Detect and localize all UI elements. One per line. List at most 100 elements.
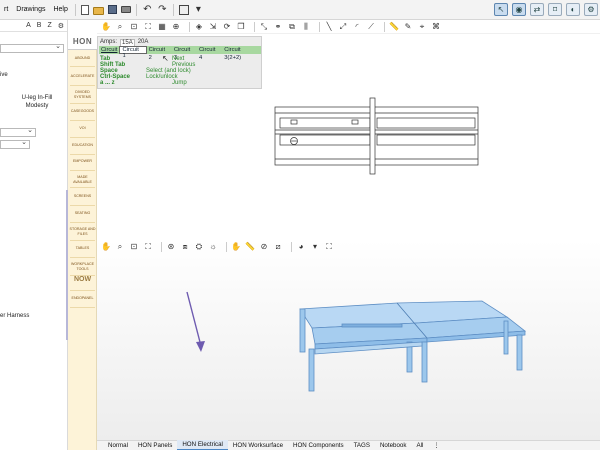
- paint-tool-icon[interactable]: ◐: [566, 3, 580, 16]
- table-leg[interactable]: [421, 341, 428, 383]
- zoom-icon[interactable]: ⌕: [115, 22, 125, 32]
- grid-icon[interactable]: ▦: [157, 22, 167, 32]
- power-module-right[interactable]: [376, 117, 476, 129]
- tab-tags[interactable]: TAGS: [349, 441, 375, 450]
- category-voi[interactable]: VOI: [68, 126, 97, 131]
- tab-normal[interactable]: Normal: [103, 441, 133, 450]
- zoom-fit-icon[interactable]: ⛶: [143, 242, 153, 252]
- settings-icon[interactable]: ⚙: [58, 22, 64, 30]
- filter-select[interactable]: [0, 42, 64, 53]
- sort-a-button[interactable]: A: [26, 22, 31, 29]
- menu-drawings[interactable]: Drawings: [12, 6, 49, 13]
- zoom-icon[interactable]: ⌕: [115, 242, 125, 252]
- snap-icon[interactable]: ⊕: [171, 22, 181, 32]
- connect-tool-icon[interactable]: ⇄: [530, 3, 544, 16]
- category-made-available[interactable]: MADE AVAILABLE: [68, 175, 97, 184]
- table-leg[interactable]: [308, 348, 315, 392]
- category-tables[interactable]: TABLES: [68, 246, 97, 251]
- hand-pan-icon[interactable]: ✋: [231, 242, 241, 252]
- center-post[interactable]: [369, 97, 376, 175]
- chevron-down-icon[interactable]: ▾: [193, 4, 204, 15]
- tab-hon-electrical[interactable]: HON Electrical: [177, 440, 228, 450]
- text-icon[interactable]: ✎: [403, 22, 413, 32]
- receptacle-icon[interactable]: [290, 119, 298, 125]
- open-folder-icon[interactable]: [92, 6, 104, 15]
- power-channel[interactable]: [341, 323, 403, 328]
- 3d-view[interactable]: ✋ ⌕ ⊡ ⛶ ⊛ ⧈ ⛭ ☼ ✋ 📏 ⊘ ⧄ ◕ ▾ ⛶: [97, 240, 600, 440]
- category-casegoods[interactable]: CASEGOODS: [68, 109, 97, 114]
- lighting-icon[interactable]: ☼: [208, 242, 218, 252]
- category-accelerate[interactable]: ACCELERATE: [68, 74, 97, 79]
- view-cube-icon[interactable]: ⧈: [180, 242, 190, 252]
- category-education[interactable]: EDUCATION: [68, 143, 97, 148]
- hand-pan-icon[interactable]: ✋: [101, 22, 111, 32]
- category-endopanel[interactable]: ENDOPANEL: [68, 296, 97, 301]
- desk-outline-left[interactable]: [274, 106, 479, 166]
- menu-help[interactable]: Help: [49, 6, 71, 13]
- table-leg[interactable]: [503, 320, 509, 355]
- hide-icon[interactable]: ⊘: [259, 242, 269, 252]
- zoom-window-icon[interactable]: ⊡: [129, 22, 139, 32]
- tab-hon-worksurface[interactable]: HON Worksurface: [228, 441, 288, 450]
- rotate-icon[interactable]: ⟳: [222, 22, 232, 32]
- draw-dimension-icon[interactable]: ⤢: [338, 22, 348, 32]
- option-select-2[interactable]: [0, 138, 30, 149]
- category-workplace-tools[interactable]: WORKPLACE TOOLS: [68, 262, 97, 271]
- category-empower[interactable]: EMPOWER: [68, 159, 97, 164]
- plan-view[interactable]: ✋ ⌕ ⊡ ⛶ ▦ ⊕ ◈ ⇲ ⟳ ❐ ⤡ ⚭ ⧉ ⫼ ╲ ⤢ ◜ ⟋ 📏 ✎ …: [97, 20, 600, 240]
- power-module-left-2[interactable]: [279, 134, 371, 146]
- tab-hon-panels[interactable]: HON Panels: [133, 441, 177, 450]
- settings-icon[interactable]: ⚙: [584, 3, 598, 16]
- redo-icon[interactable]: ↷: [157, 4, 168, 15]
- draw-line-icon[interactable]: ╲: [324, 22, 334, 32]
- group-icon[interactable]: ⧉: [287, 22, 297, 32]
- power-module-right-2[interactable]: [376, 134, 476, 146]
- category-divided-systems[interactable]: DIVIDED SYSTEMS: [68, 90, 97, 99]
- link-icon[interactable]: ⚭: [273, 22, 283, 32]
- zoom-window-icon[interactable]: ⊡: [129, 242, 139, 252]
- align-icon[interactable]: ⫼: [301, 22, 311, 32]
- tab-hon-components[interactable]: HON Components: [288, 441, 349, 450]
- menu-rt[interactable]: rt: [0, 6, 12, 13]
- 3d-model-render[interactable]: [97, 254, 600, 440]
- symbol-icon[interactable]: ⌖: [417, 22, 427, 32]
- save-icon[interactable]: [107, 5, 117, 14]
- category-abound[interactable]: ABOUND: [68, 56, 97, 61]
- receptacle-icon[interactable]: [351, 119, 359, 125]
- orbit-icon[interactable]: ⊛: [166, 242, 176, 252]
- zoom-fit-icon[interactable]: ⛶: [143, 22, 153, 32]
- copy-icon[interactable]: ❐: [236, 22, 246, 32]
- table-leg[interactable]: [516, 334, 523, 371]
- attach-icon[interactable]: ⌘: [431, 22, 441, 32]
- chevron-down-icon[interactable]: ▾: [310, 242, 320, 252]
- sort-b-button[interactable]: B: [37, 22, 42, 29]
- category-now[interactable]: NOW: [68, 276, 97, 282]
- select-icon[interactable]: ◈: [194, 22, 204, 32]
- power-module-left[interactable]: [279, 117, 371, 129]
- pointer-tool-icon[interactable]: ↖: [494, 3, 508, 16]
- tag-tool-icon[interactable]: ⌑: [548, 3, 562, 16]
- measure-icon[interactable]: 📏: [245, 242, 255, 252]
- visibility-icon[interactable]: ◉: [512, 3, 526, 16]
- undo-icon[interactable]: ↶: [142, 4, 153, 15]
- print-icon[interactable]: [120, 6, 131, 13]
- category-screens[interactable]: SCREENS: [68, 194, 97, 199]
- more-tabs-icon[interactable]: ⋮: [428, 441, 444, 450]
- draw-polyline-icon[interactable]: ⟋: [366, 22, 376, 32]
- draw-arc-icon[interactable]: ◜: [352, 22, 362, 32]
- tab-notebook[interactable]: Notebook: [375, 441, 412, 450]
- new-doc-icon[interactable]: [80, 4, 89, 15]
- measure-icon[interactable]: 📏: [389, 22, 399, 32]
- move-icon[interactable]: ⇲: [208, 22, 218, 32]
- view-layout-icon[interactable]: [178, 4, 189, 15]
- option-select-1[interactable]: [0, 126, 36, 137]
- plan-drawing[interactable]: [97, 34, 600, 240]
- camera-icon[interactable]: ⛭: [194, 242, 204, 252]
- table-leg[interactable]: [299, 308, 306, 353]
- category-storage-and-files[interactable]: STORAGE AND FILES: [68, 227, 97, 236]
- category-seating[interactable]: SEATING: [68, 211, 97, 216]
- section-icon[interactable]: ⧄: [273, 242, 283, 252]
- hand-pan-icon[interactable]: ✋: [101, 242, 111, 252]
- tab-all[interactable]: All: [411, 441, 428, 450]
- sort-z-button[interactable]: Z: [47, 22, 51, 29]
